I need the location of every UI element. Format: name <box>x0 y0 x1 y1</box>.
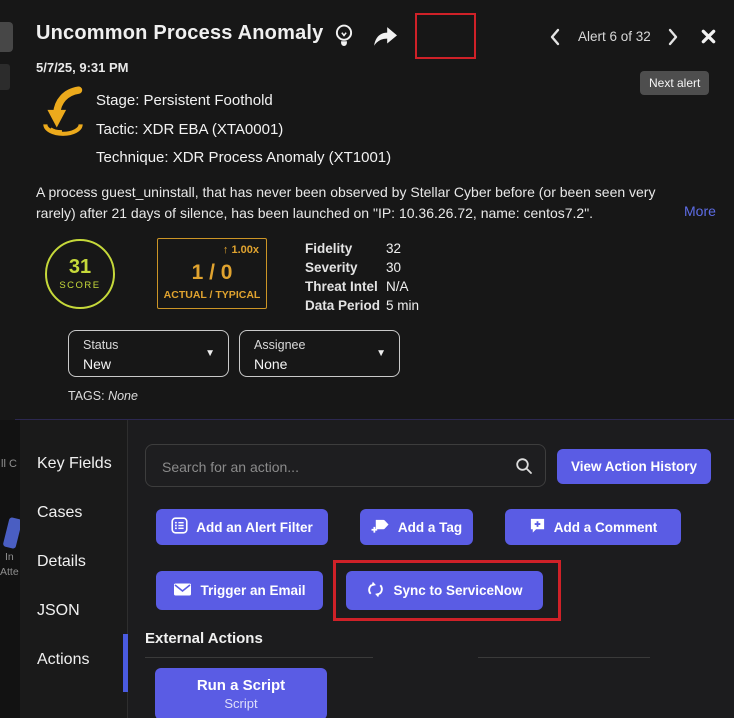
background-strip: ll C In Atte <box>0 420 20 718</box>
background-fragment <box>0 22 13 52</box>
search-icon <box>515 457 533 480</box>
metric-row: Severity 30 <box>305 258 419 277</box>
annotation-box-sync <box>333 560 561 621</box>
search-input[interactable] <box>160 445 504 488</box>
lightbulb-icon[interactable] <box>333 23 355 56</box>
tab-key-fields[interactable]: Key Fields <box>37 455 112 473</box>
tab-json[interactable]: JSON <box>37 602 80 620</box>
background-text-fragment: Atte <box>0 566 19 578</box>
add-alert-filter-button[interactable]: Add an Alert Filter <box>156 509 328 545</box>
chevron-left-icon[interactable] <box>549 28 561 51</box>
alert-detail-panel: Uncommon Process Anomaly Alert 6 of 32 5… <box>0 0 734 718</box>
metric-row: Fidelity 32 <box>305 239 419 258</box>
external-actions-heading: External Actions <box>145 630 263 647</box>
next-alert-tooltip: Next alert <box>640 71 709 95</box>
score-badge: 31 SCORE <box>45 239 115 309</box>
chevron-down-icon: ▼ <box>205 348 215 359</box>
status-dropdown[interactable]: Status New ▼ <box>68 330 229 377</box>
close-icon[interactable] <box>700 28 717 50</box>
metric-row: Threat Intel N/A <box>305 277 419 296</box>
score-value: 31 <box>69 257 91 277</box>
ratio-multiplier: ↑ 1.00x <box>223 244 259 256</box>
tag-plus-icon <box>371 517 390 537</box>
annotation-box-top <box>415 13 476 59</box>
kill-chain-technique: Technique: XDR Process Anomaly (XT1001) <box>96 149 391 166</box>
alert-description: A process guest_uninstall, that has neve… <box>36 182 698 224</box>
ratio-value: 1 / 0 <box>158 261 266 285</box>
page-title: Uncommon Process Anomaly <box>36 22 323 45</box>
kill-chain-stage-icon <box>37 86 89 145</box>
alert-filter-icon <box>171 517 188 537</box>
alert-timestamp: 5/7/25, 9:31 PM <box>36 60 129 75</box>
kill-chain-stage: Stage: Persistent Foothold <box>96 92 273 109</box>
ratio-label: ACTUAL / TYPICAL <box>158 289 266 301</box>
comment-plus-icon <box>529 517 546 537</box>
tab-actions[interactable]: Actions <box>37 651 89 669</box>
chevron-right-icon[interactable] <box>667 28 679 51</box>
add-comment-button[interactable]: Add a Comment <box>505 509 681 545</box>
more-link[interactable]: More <box>684 203 716 219</box>
background-fragment <box>0 64 10 90</box>
add-tag-button[interactable]: Add a Tag <box>360 509 473 545</box>
view-action-history-button[interactable]: View Action History <box>557 449 711 484</box>
kill-chain-tactic: Tactic: XDR EBA (XTA0001) <box>96 121 283 138</box>
divider <box>145 657 373 658</box>
background-text-fragment: ll C <box>1 458 17 470</box>
divider <box>478 657 650 658</box>
alert-pagination: Alert 6 of 32 <box>578 29 651 44</box>
metric-row: Data Period 5 min <box>305 296 419 315</box>
metrics-table: Fidelity 32 Severity 30 Threat Intel N/A… <box>305 239 419 315</box>
action-search[interactable] <box>145 444 546 487</box>
tab-cases[interactable]: Cases <box>37 504 82 522</box>
background-icon-fragment <box>3 517 20 549</box>
tab-details[interactable]: Details <box>37 553 86 571</box>
run-script-button[interactable]: Run a Script Script <box>155 668 327 718</box>
score-label: SCORE <box>59 280 100 291</box>
share-icon[interactable] <box>370 25 400 54</box>
tags-line: TAGS: None <box>68 389 138 403</box>
background-text-fragment: In <box>5 551 14 563</box>
assignee-dropdown[interactable]: Assignee None ▼ <box>239 330 400 377</box>
detail-tabs-sidebar: Key Fields Cases Details JSON Actions <box>20 420 128 718</box>
envelope-icon <box>173 581 192 600</box>
trigger-email-button[interactable]: Trigger an Email <box>156 571 323 610</box>
chevron-down-icon: ▼ <box>376 348 386 359</box>
run-script-sublabel: Script <box>224 696 257 711</box>
actual-typical-box: ↑ 1.00x 1 / 0 ACTUAL / TYPICAL <box>157 238 267 309</box>
